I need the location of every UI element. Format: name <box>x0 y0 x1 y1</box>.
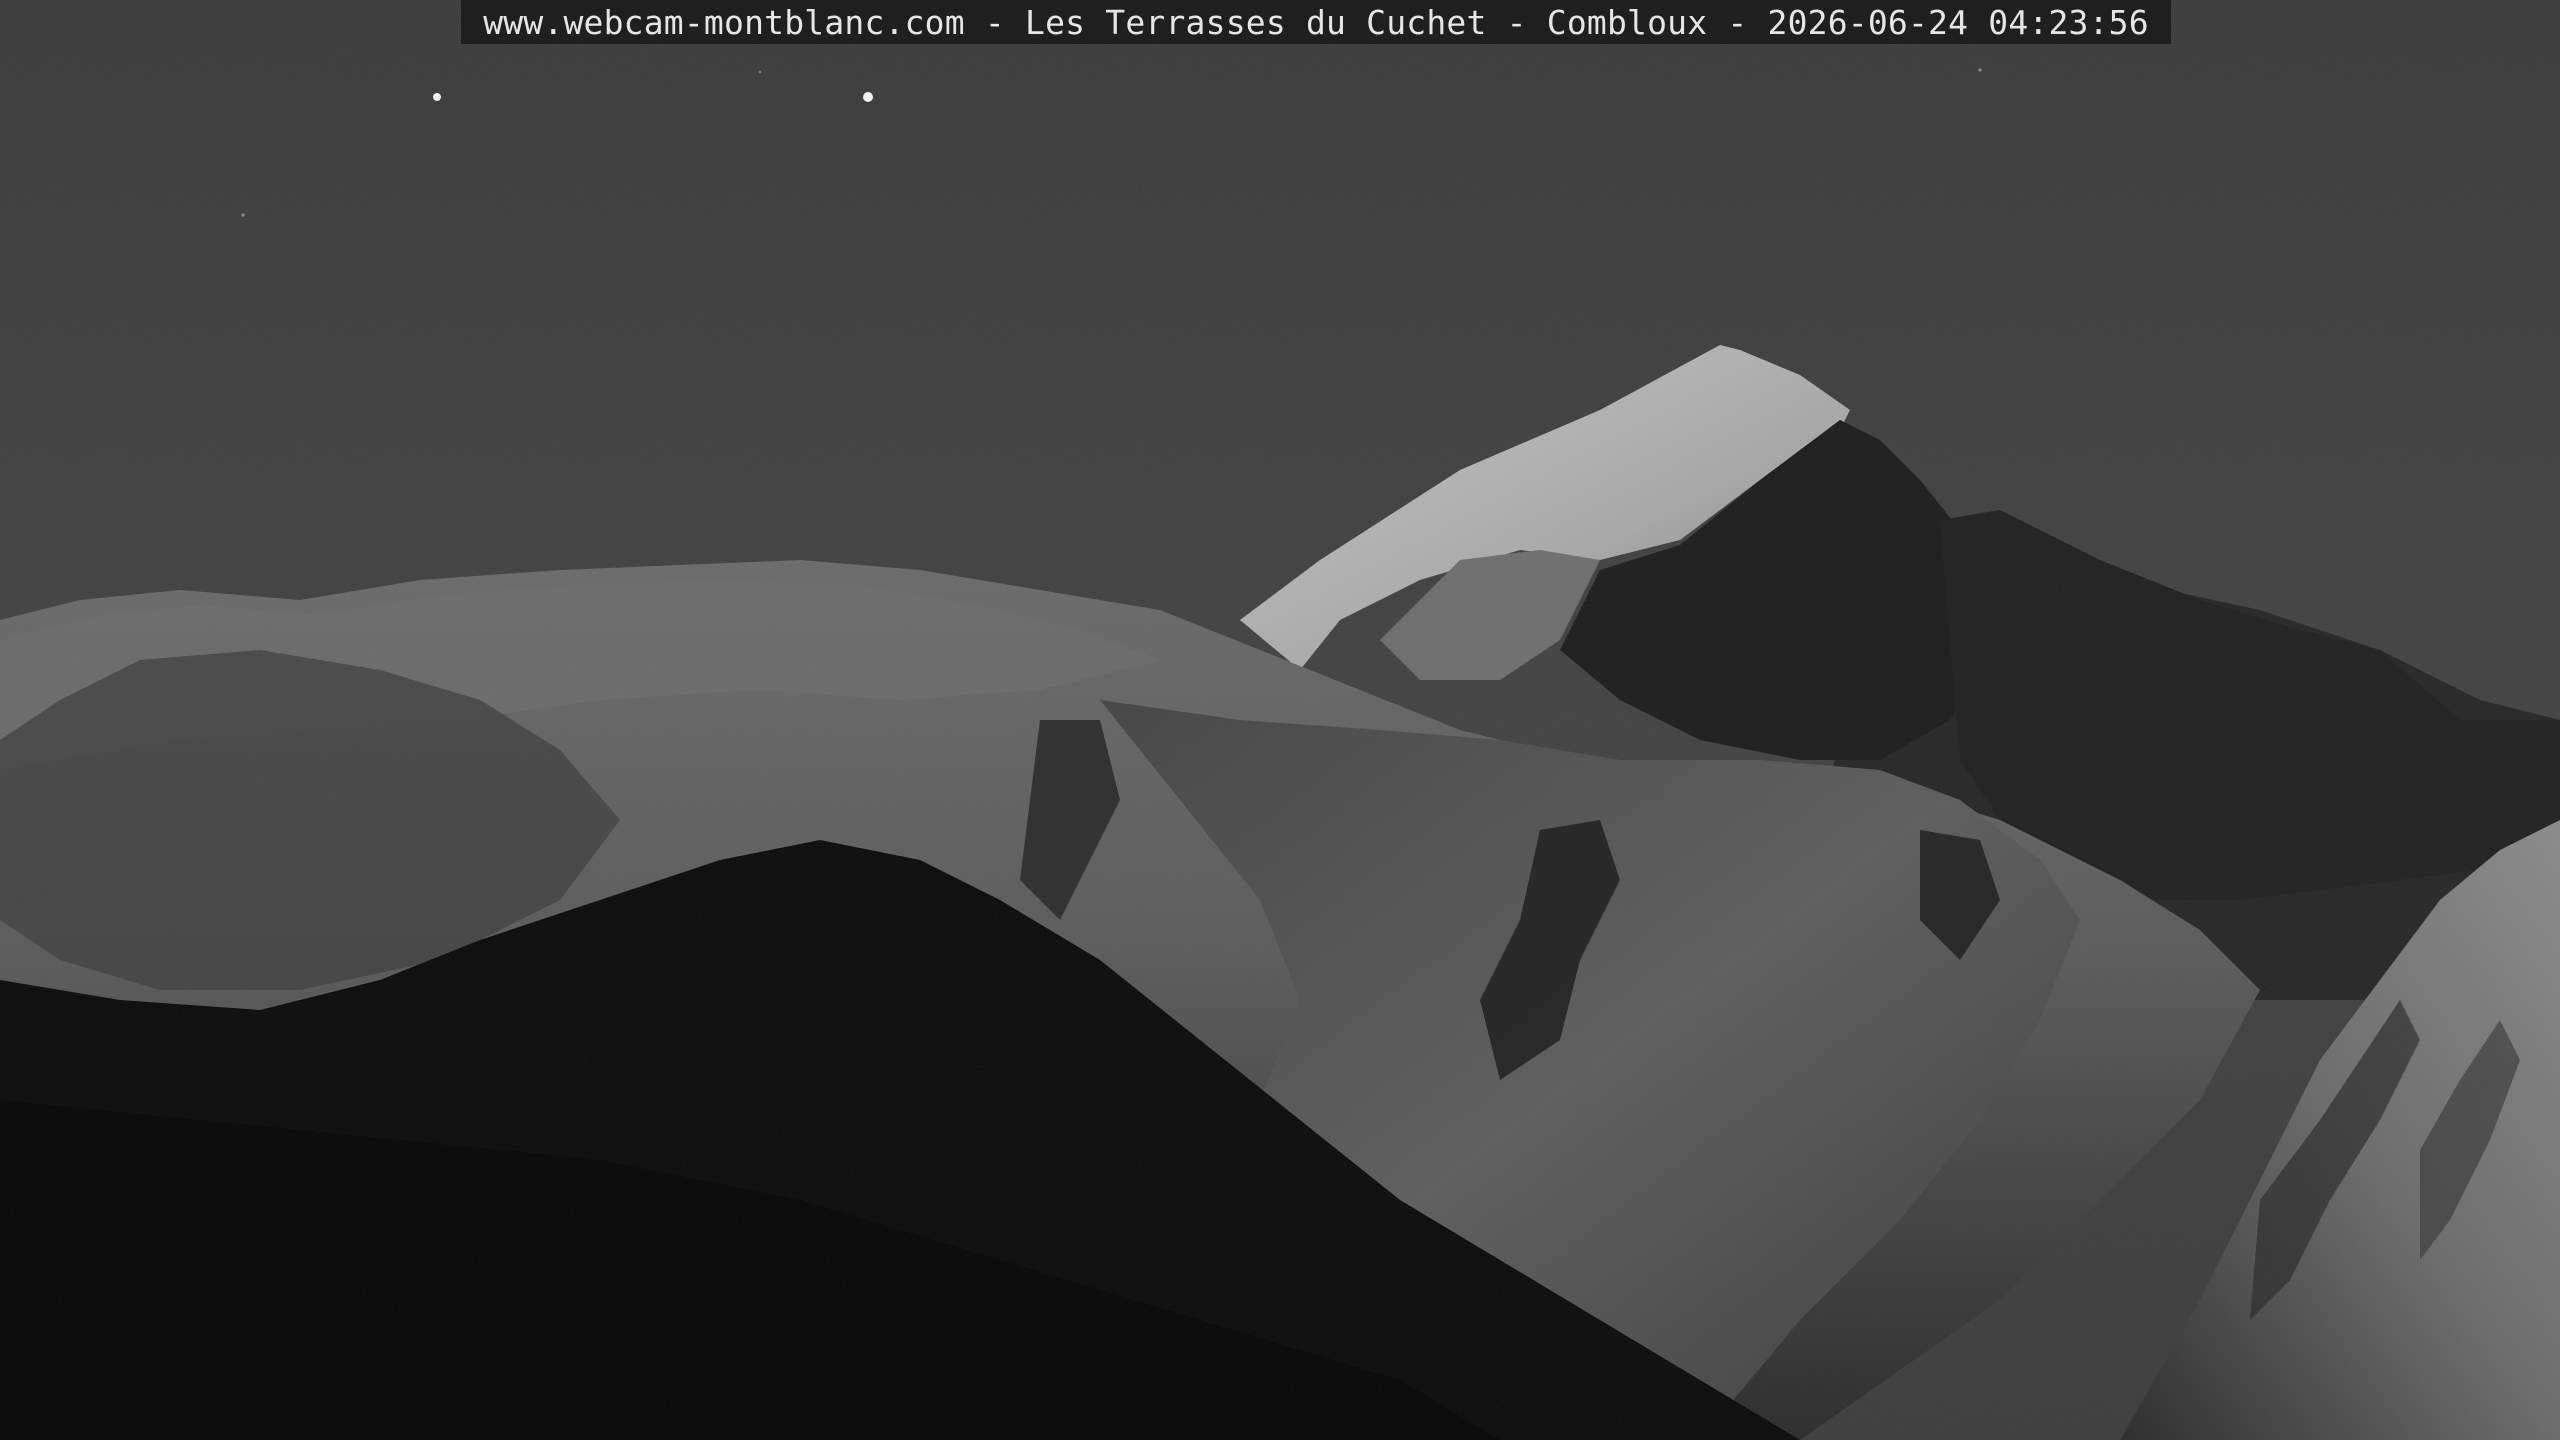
mountain-night-scene <box>0 0 2560 1440</box>
webcam-caption: www.webcam-montblanc.com - Les Terrasses… <box>483 2 2149 42</box>
image-grain <box>0 0 2560 1440</box>
webcam-frame: www.webcam-montblanc.com - Les Terrasses… <box>0 0 2560 1440</box>
caption-bar: www.webcam-montblanc.com - Les Terrasses… <box>461 0 2171 44</box>
